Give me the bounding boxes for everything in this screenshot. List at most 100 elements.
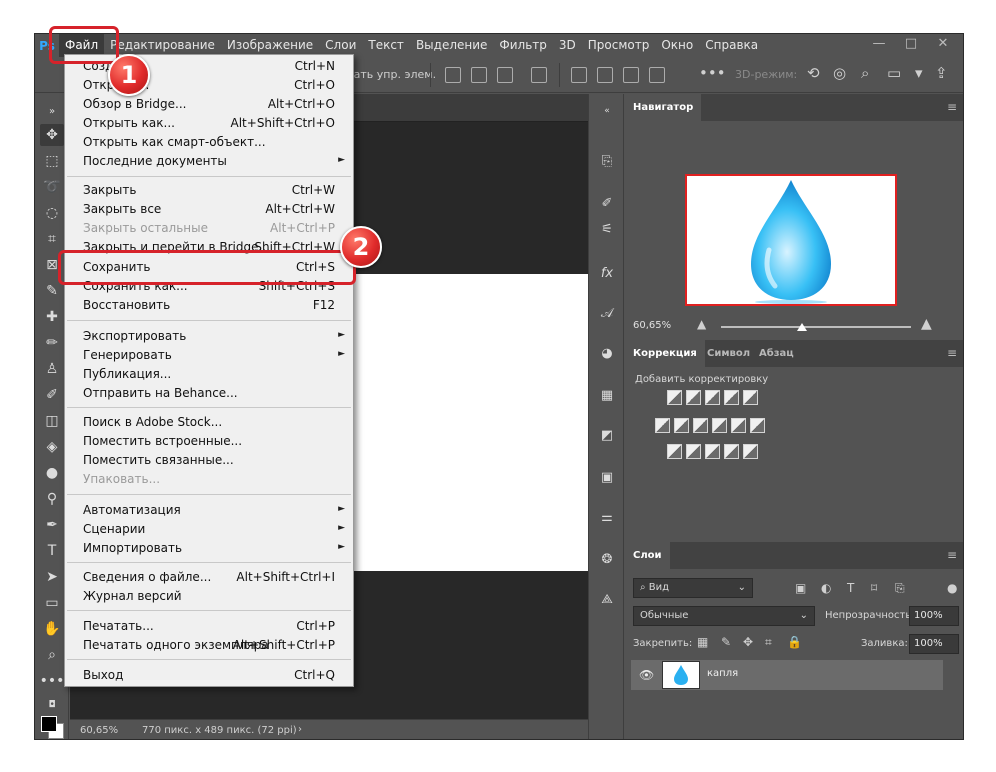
- menu-close-all[interactable]: Закрыть все Alt+Ctrl+W: [65, 200, 353, 219]
- zoom-tool-icon[interactable]: ⌕: [40, 644, 64, 666]
- menu-view[interactable]: Просмотр: [582, 34, 656, 57]
- lasso-tool-icon[interactable]: ➰: [40, 176, 64, 198]
- lock-image-icon[interactable]: ✎: [721, 635, 731, 649]
- invert-icon[interactable]: [667, 444, 682, 459]
- tab-adjustments[interactable]: Коррекция: [625, 340, 705, 367]
- vibrance-icon[interactable]: [743, 390, 758, 405]
- levels-icon[interactable]: [686, 390, 701, 405]
- menu-window[interactable]: Окно: [655, 34, 699, 57]
- stamp-tool-icon[interactable]: ♙: [40, 358, 64, 380]
- filter-pixel-icon[interactable]: ▣: [795, 581, 806, 595]
- menu-import[interactable]: Импортировать ►: [65, 539, 353, 558]
- color-lookup-icon[interactable]: [750, 418, 765, 433]
- rectangle-tool-icon[interactable]: ▭: [40, 592, 64, 614]
- navigator-zoom-value[interactable]: 60,65%: [633, 320, 671, 331]
- zoom-in-icon[interactable]: ▲: [921, 316, 932, 332]
- menu-place-linked[interactable]: Поместить связанные...: [65, 451, 353, 470]
- channel-mixer-icon[interactable]: [731, 418, 746, 433]
- menu-type[interactable]: Текст: [362, 34, 410, 57]
- filter-toggle-icon[interactable]: ●: [947, 581, 957, 595]
- path-selection-tool-icon[interactable]: ➤: [40, 566, 64, 588]
- status-menu-arrow[interactable]: ›: [298, 724, 302, 735]
- tab-layers[interactable]: Слои: [625, 542, 670, 569]
- blur-tool-icon[interactable]: ●: [40, 462, 64, 484]
- zoom-out-icon[interactable]: ▲: [697, 317, 706, 331]
- layer-row[interactable]: 👁 капля: [631, 660, 943, 690]
- filter-smart-icon[interactable]: ⎘: [895, 581, 905, 596]
- patterns-panel-icon[interactable]: ▣: [595, 466, 619, 488]
- color-balance-icon[interactable]: [674, 418, 689, 433]
- dodge-tool-icon[interactable]: ⚲: [40, 488, 64, 510]
- menu-version-history[interactable]: Журнал версий: [65, 587, 353, 606]
- menu-export[interactable]: Экспортировать ►: [65, 327, 353, 346]
- menu-scripts[interactable]: Сценарии ►: [65, 520, 353, 539]
- gradient-map-icon[interactable]: [743, 444, 758, 459]
- menu-help[interactable]: Справка: [699, 34, 764, 57]
- foreground-color-swatch[interactable]: [41, 716, 57, 732]
- align-top-icon[interactable]: [571, 67, 587, 83]
- tab-character[interactable]: Символ: [699, 340, 758, 367]
- threshold-icon[interactable]: [705, 444, 720, 459]
- distribute-vertical-icon[interactable]: [649, 67, 665, 83]
- navigator-thumbnail[interactable]: [685, 174, 897, 306]
- orbit-3d-icon[interactable]: ⟲: [807, 64, 820, 82]
- marquee-tool-icon[interactable]: ⬚: [40, 150, 64, 172]
- align-bottom-icon[interactable]: [623, 67, 639, 83]
- align-center-icon[interactable]: [471, 67, 487, 83]
- tab-paragraph[interactable]: Абзац: [751, 340, 802, 367]
- filter-type-icon[interactable]: T: [847, 581, 854, 595]
- menu-browse-bridge[interactable]: Обзор в Bridge... Alt+Ctrl+O: [65, 95, 353, 114]
- lock-position-icon[interactable]: ✥: [743, 635, 753, 649]
- layers-menu-icon[interactable]: ≡: [947, 548, 957, 562]
- quick-select-tool-icon[interactable]: ◌: [40, 202, 64, 224]
- align-middle-icon[interactable]: [597, 67, 613, 83]
- crop-tool-icon[interactable]: ⌗: [40, 228, 64, 250]
- tab-navigator[interactable]: Навигатор: [625, 94, 702, 121]
- edit-toolbar-icon[interactable]: •••: [40, 670, 65, 692]
- menu-exit[interactable]: Выход Ctrl+Q: [65, 666, 353, 685]
- lock-transparent-icon[interactable]: ▦: [697, 635, 708, 649]
- adjustments-menu-icon[interactable]: ≡: [947, 346, 957, 360]
- glyphs-panel-icon[interactable]: 𝒜: [595, 302, 619, 324]
- blend-mode-select[interactable]: Обычные ⌄: [633, 606, 815, 626]
- menu-automate[interactable]: Автоматизация ►: [65, 501, 353, 520]
- menu-open-as[interactable]: Открыть как... Alt+Shift+Ctrl+O: [65, 114, 353, 133]
- fx-panel-icon[interactable]: fx: [595, 262, 619, 284]
- navigator-menu-icon[interactable]: ≡: [947, 100, 957, 114]
- gradient-panel-icon[interactable]: ◩: [595, 424, 619, 446]
- brightness-icon[interactable]: [667, 390, 682, 405]
- curves-icon[interactable]: [705, 390, 720, 405]
- search-icon[interactable]: ⌕: [861, 64, 869, 82]
- history-brush-tool-icon[interactable]: ✐: [40, 384, 64, 406]
- panel-collapse-icon[interactable]: »: [40, 100, 64, 122]
- exposure-icon[interactable]: [724, 390, 739, 405]
- lock-artboard-icon[interactable]: ⌗: [765, 635, 772, 650]
- posterize-icon[interactable]: [686, 444, 701, 459]
- align-right-icon[interactable]: [497, 67, 513, 83]
- layer-filter-select[interactable]: ⌕ Вид ⌄: [633, 578, 753, 598]
- menu-search-stock[interactable]: Поиск в Adobe Stock...: [65, 413, 353, 432]
- opacity-input[interactable]: 100%: [909, 606, 959, 626]
- channels-panel-icon[interactable]: ❂: [595, 548, 619, 570]
- paint-bucket-tool-icon[interactable]: ◈: [40, 436, 64, 458]
- properties-panel-icon[interactable]: ⚟: [595, 218, 619, 240]
- share-icon[interactable]: ⇪: [935, 64, 948, 82]
- selective-color-icon[interactable]: [724, 444, 739, 459]
- navigator-zoom-knob[interactable]: [797, 323, 807, 331]
- menu-share-behance[interactable]: Отправить на Behance...: [65, 384, 353, 403]
- black-white-icon[interactable]: [693, 418, 708, 433]
- fill-input[interactable]: 100%: [909, 634, 959, 654]
- adjustments-strip-icon[interactable]: ⚌: [595, 506, 619, 528]
- layer-name[interactable]: капля: [707, 668, 738, 679]
- hue-saturation-icon[interactable]: [655, 418, 670, 433]
- brush-settings-icon[interactable]: ✐: [595, 192, 619, 214]
- pen-tool-icon[interactable]: ✒: [40, 514, 64, 536]
- paths-panel-icon[interactable]: ⟁: [595, 588, 619, 610]
- minimize-button[interactable]: —: [863, 34, 895, 57]
- hand-tool-icon[interactable]: ✋: [40, 618, 64, 640]
- grid-panel-icon[interactable]: ▦: [595, 384, 619, 406]
- lock-all-icon[interactable]: 🔒: [787, 635, 802, 649]
- menu-3d[interactable]: 3D: [553, 34, 582, 57]
- swatches-panel-icon[interactable]: ◕: [595, 342, 619, 364]
- strip-collapse-icon[interactable]: «: [595, 100, 619, 122]
